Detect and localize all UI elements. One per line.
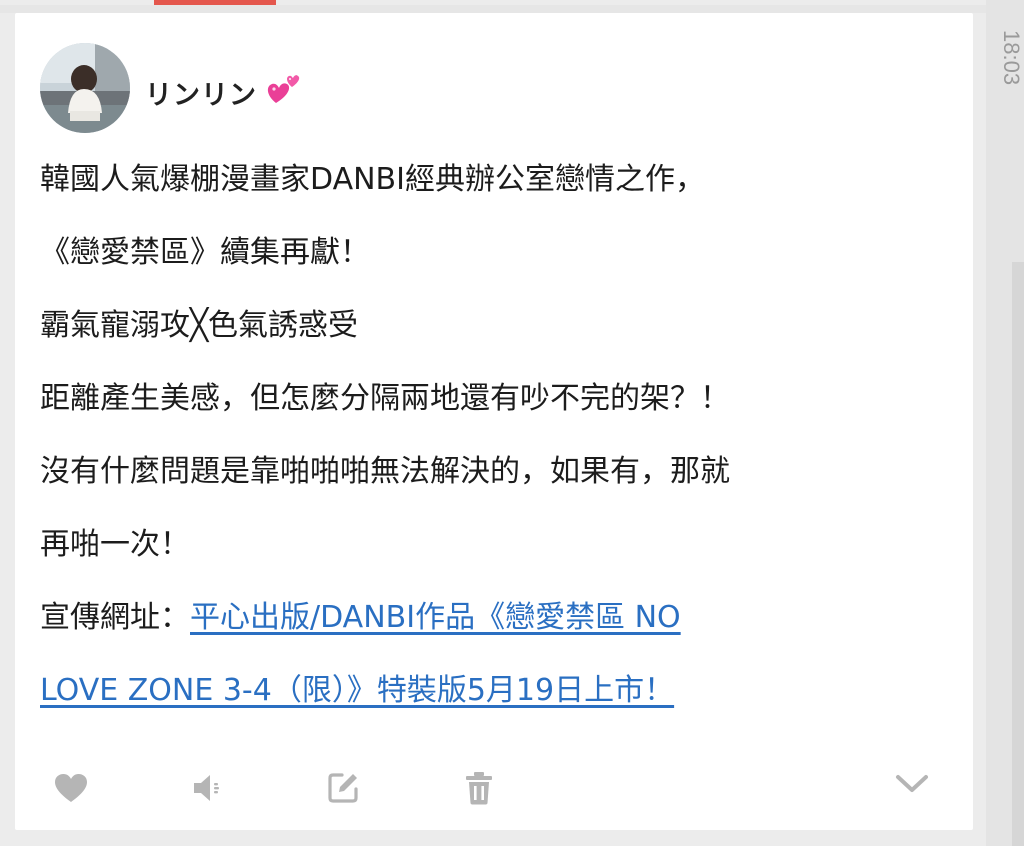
post-card: リンリン 韓國人氣爆棚漫畫家DANBI經典辦公室戀情之作， 《戀愛禁區》續集再獻… [15, 13, 973, 830]
post-line: 霸氣寵溺攻╳色氣誘惑受 [40, 308, 359, 343]
author-name[interactable]: リンリン [145, 73, 257, 112]
status-time: 18:03 [999, 30, 1024, 86]
trash-icon [466, 772, 492, 805]
edit-button[interactable] [321, 766, 365, 810]
edit-icon [328, 773, 358, 803]
promo-line: 宣傳網址：平心出版/DANBI作品《戀愛禁區 NO [40, 581, 955, 654]
promo-link[interactable]: LOVE ZONE 3-4（限）》特裝版5月19日上市！ [40, 673, 674, 708]
chevron-down-icon [896, 775, 928, 792]
speaker-icon [194, 775, 219, 801]
two-hearts-icon [267, 75, 300, 103]
avatar-photo [40, 43, 130, 133]
promo-prefix: 宣傳網址： [40, 600, 190, 635]
promo-link[interactable]: 平心出版/DANBI作品《戀愛禁區 NO [190, 600, 681, 635]
like-button[interactable] [49, 766, 93, 810]
scrollbar[interactable] [1012, 262, 1024, 846]
post-body: 韓國人氣爆棚漫畫家DANBI經典辦公室戀情之作， 《戀愛禁區》續集再獻！ 霸氣寵… [40, 143, 955, 727]
heart-icon [55, 774, 87, 802]
post-line: 再啪一次！ [40, 527, 190, 562]
speak-button[interactable] [185, 766, 229, 810]
top-divider [0, 5, 990, 13]
expand-button[interactable] [890, 762, 934, 806]
post-line: 沒有什麼問題是靠啪啪啪無法解決的，如果有，那就 [40, 454, 730, 489]
post-line: 《戀愛禁區》續集再獻！ [40, 235, 370, 270]
delete-button[interactable] [457, 766, 501, 810]
post-line: 韓國人氣爆棚漫畫家DANBI經典辦公室戀情之作， [40, 162, 705, 197]
post-line: 距離產生美感，但怎麼分隔兩地還有吵不完的架？！ [40, 381, 730, 416]
action-bar [15, 766, 973, 810]
promo-line: LOVE ZONE 3-4（限）》特裝版5月19日上市！ [40, 654, 955, 727]
avatar[interactable] [40, 43, 130, 133]
